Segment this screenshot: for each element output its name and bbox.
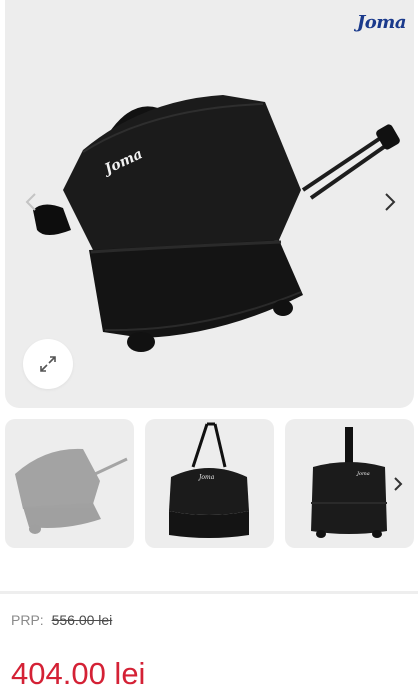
- recommended-price: PRP: 556.00 lei: [11, 612, 112, 628]
- chevron-left-icon: [25, 193, 36, 211]
- current-price: 404.00 lei: [11, 656, 146, 691]
- section-divider: [0, 591, 418, 594]
- thumbnail-image: [15, 448, 128, 534]
- svg-text:Joma: Joma: [356, 471, 370, 477]
- thumbnail-1[interactable]: [5, 419, 134, 548]
- expand-arrows-icon: [40, 356, 56, 372]
- next-image-button[interactable]: [378, 190, 402, 214]
- thumbnail-image: Joma: [169, 422, 249, 538]
- thumbnail-strip: Joma Joma: [5, 419, 414, 548]
- brand-logo: Joma: [356, 12, 407, 33]
- chevron-right-icon: [385, 193, 396, 211]
- prp-value: 556.00 lei: [51, 612, 113, 628]
- chevron-right-icon: [394, 477, 403, 491]
- product-gallery: Joma Joma: [5, 0, 414, 408]
- thumbnail-2[interactable]: Joma: [145, 419, 274, 548]
- prp-label: PRP:: [11, 612, 44, 628]
- thumbnail-next-button[interactable]: [390, 474, 406, 494]
- zoom-button[interactable]: [23, 339, 73, 389]
- thumbnail-3[interactable]: Joma: [285, 419, 414, 548]
- previous-image-button[interactable]: [19, 190, 43, 214]
- svg-text:Joma: Joma: [197, 474, 215, 481]
- main-product-image[interactable]: Joma: [33, 80, 403, 370]
